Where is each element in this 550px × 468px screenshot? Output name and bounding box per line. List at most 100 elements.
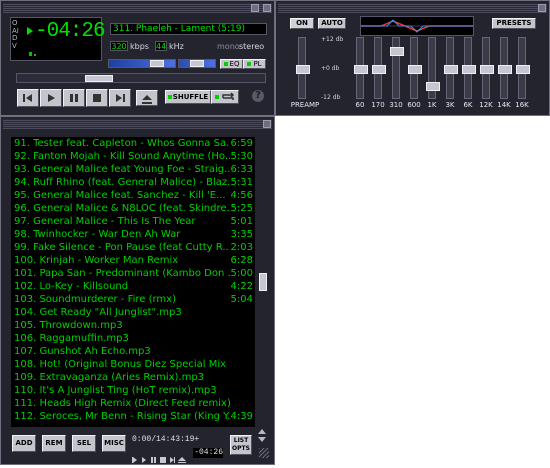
playlist-item-duration: 5:01 [230, 216, 253, 227]
playlist-close-button[interactable] [263, 120, 271, 128]
eq-close-button[interactable] [538, 4, 546, 12]
eq-band-knob[interactable] [516, 65, 530, 74]
playlist-item[interactable]: 100. Krinjah - Worker Man Remix 6:28 [14, 254, 253, 267]
playlist-item-duration: 5:00 [230, 268, 253, 279]
eq-band-slider[interactable] [390, 37, 404, 99]
eq-band-knob[interactable] [498, 65, 512, 74]
select-button[interactable]: SEL [72, 435, 96, 452]
playlist-item[interactable]: 97. General Malice - This Is The Year 5:0… [14, 215, 253, 228]
playlist-titlebar[interactable] [3, 119, 272, 129]
playlist-item[interactable]: 105. Throwdown.mp3 [14, 319, 253, 332]
remove-button[interactable]: REM [42, 435, 66, 452]
playlist-item[interactable]: 95. General Malice feat. Sanchez - Kill … [14, 189, 253, 202]
eq-band-slider[interactable] [426, 37, 440, 99]
playlist-item-duration: 5:30 [230, 151, 253, 162]
eq-band-slider[interactable] [354, 37, 368, 99]
eq-band-slider[interactable] [408, 37, 422, 99]
playlist-item-title: 95. General Malice feat. Sanchez - Kill … [14, 190, 226, 201]
playlist-scrollbar[interactable] [259, 137, 267, 427]
playlist-item[interactable]: 99. Fake Silence - Pon Pause (feat Cutty… [14, 241, 253, 254]
volume-slider[interactable] [108, 59, 176, 68]
playlist-item[interactable]: 111. Heads High Remix (Direct Feed remix… [14, 397, 253, 410]
balance-knob[interactable] [190, 60, 204, 67]
eq-band-knob[interactable] [390, 47, 404, 56]
eq-band-slider[interactable] [498, 37, 512, 99]
clutterbar[interactable]: OAIDV [12, 19, 20, 50]
eq-band-slider[interactable] [480, 37, 494, 99]
shuffle-label: SHUFFLE [172, 93, 209, 101]
eq-band-knob[interactable] [372, 65, 386, 74]
eq-band-knob[interactable] [444, 65, 458, 74]
stop-icon [93, 94, 101, 102]
scroll-up-icon[interactable] [258, 429, 266, 434]
presets-button[interactable]: PRESETS [492, 18, 536, 29]
volume-knob[interactable] [150, 60, 164, 67]
previous-icon [23, 94, 32, 102]
eq-toggle-button[interactable]: EQ [220, 59, 243, 69]
eq-band-slider[interactable] [516, 37, 530, 99]
eq-band-knob[interactable] [480, 65, 494, 74]
balance-slider[interactable] [178, 59, 216, 68]
eq-band-label: 12K [479, 101, 493, 109]
song-title-ticker[interactable]: 311. Phaeleh - Lament (5:19) [110, 23, 267, 35]
spectrum-visualizer[interactable] [25, 46, 97, 60]
preamp-knob[interactable] [296, 65, 310, 74]
scroll-down-icon[interactable] [258, 437, 266, 442]
playlist-item[interactable]: 102. Lo-Key - Killsound 4:22 [14, 280, 253, 293]
playlist-item-title: 107. Gunshot Ah Echo.mp3 [14, 346, 151, 357]
eq-band-knob[interactable] [408, 65, 422, 74]
elapsed-time[interactable]: -04:26 [35, 20, 106, 43]
playlist-time-info: 0:00/14:43:19+ [132, 435, 200, 444]
playlist-item[interactable]: 96. General Malice & N8LOC (feat. Skindr… [14, 202, 253, 215]
next-button[interactable] [109, 89, 131, 107]
eq-band-knob[interactable] [462, 65, 476, 74]
playlist-item[interactable]: 101. Papa San - Predominant (Kambo Don .… [14, 267, 253, 280]
playlist-item[interactable]: 98. Twinhocker - War Den Ah War 3:35 [14, 228, 253, 241]
eq-band-label: 16K [515, 101, 529, 109]
playlist-item[interactable]: 109. Extravaganza (Aries Remix).mp3 [14, 371, 253, 384]
eject-button[interactable] [136, 90, 158, 106]
eq-titlebar[interactable] [278, 3, 547, 13]
playlist-item[interactable]: 110. It's A Junglist Ting (HoT remix).mp… [14, 384, 253, 397]
add-button[interactable]: ADD [12, 435, 36, 452]
playlist-item[interactable]: 93. General Malice feat Young Foe - Stra… [14, 163, 253, 176]
eq-auto-button[interactable]: AUTO [318, 18, 346, 29]
misc-button[interactable]: MISC [102, 435, 126, 452]
repeat-button[interactable] [211, 90, 239, 104]
playlist-item[interactable]: 107. Gunshot Ah Echo.mp3 [14, 345, 253, 358]
playlist-scroll-thumb[interactable] [259, 273, 267, 291]
playlist-rows: 91. Tester feat. Capleton - Whos Gonna S… [11, 137, 255, 423]
pause-button[interactable] [63, 89, 85, 107]
shuffle-button[interactable]: SHUFFLE [165, 90, 211, 104]
mini-transport-icons[interactable] [132, 456, 192, 464]
playlist-item[interactable]: 108. Hot! (Original Bonus Diez Special M… [14, 358, 253, 371]
help-icon[interactable]: ? [252, 90, 264, 102]
play-button[interactable] [40, 89, 62, 107]
playlist-item[interactable]: 92. Fanton Mojah - Kill Sound Anytime (H… [14, 150, 253, 163]
eq-band-slider[interactable] [444, 37, 458, 99]
playlist-item[interactable]: 104. Get Ready "All Junglist".mp3 [14, 306, 253, 319]
pl-toggle-button[interactable]: PL [243, 59, 266, 69]
playlist-item[interactable]: 91. Tester feat. Capleton - Whos Gonna S… [14, 137, 253, 150]
close-button[interactable] [263, 4, 271, 12]
eq-band-knob[interactable] [354, 65, 368, 74]
add-label: ADD [15, 439, 33, 447]
seek-bar[interactable] [16, 73, 266, 83]
eq-band-knob[interactable] [426, 82, 440, 91]
playlist-item[interactable]: 112. Seroces, Mr Benn - Rising Star (Kin… [14, 410, 253, 423]
stop-button[interactable] [86, 89, 108, 107]
preamp-slider[interactable] [296, 37, 310, 99]
playlist-item-title: 108. Hot! (Original Bonus Diez Special M… [14, 359, 230, 370]
previous-button[interactable] [17, 89, 39, 107]
main-titlebar[interactable] [3, 3, 272, 13]
playlist-item[interactable]: 106. Raggamuffin.mp3 [14, 332, 253, 345]
list-options-button[interactable]: LIST OPTS [230, 435, 252, 455]
playlist-item[interactable]: 103. Soundmurderer - Fire (rmx) 5:04 [14, 293, 253, 306]
eq-band-slider[interactable] [372, 37, 386, 99]
minimize-button[interactable] [251, 4, 259, 12]
resize-grip[interactable] [259, 448, 269, 458]
eq-band-slider[interactable] [462, 37, 476, 99]
eq-on-button[interactable]: ON [290, 18, 314, 29]
playlist-item[interactable]: 94. Ruff Rhino (feat. General Malice) - … [14, 176, 253, 189]
seek-knob[interactable] [85, 75, 113, 82]
